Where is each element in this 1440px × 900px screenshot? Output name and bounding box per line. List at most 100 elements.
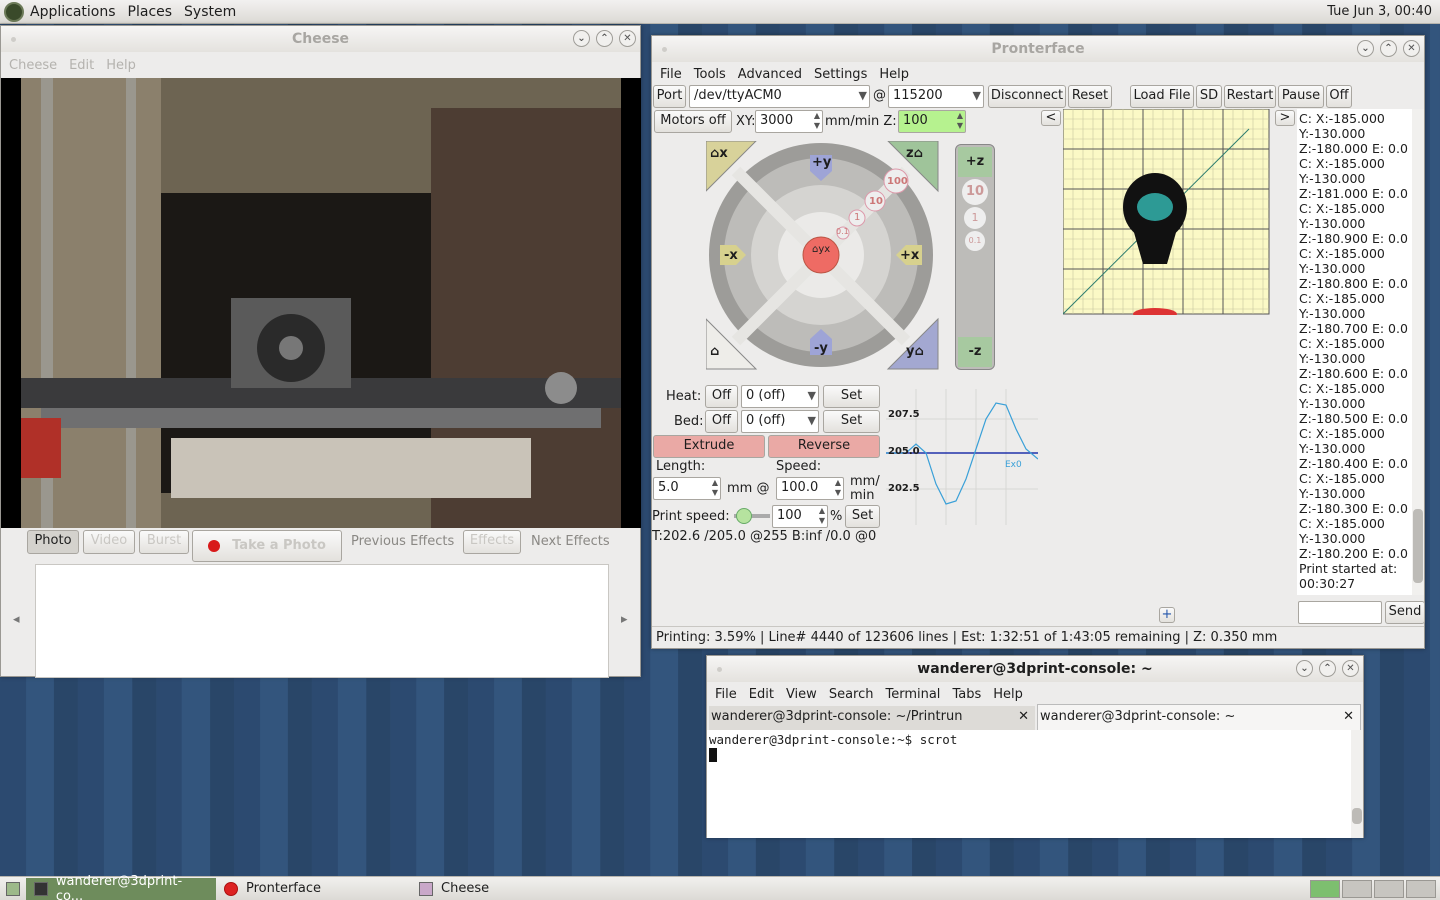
sd-button[interactable]: SD xyxy=(1196,85,1222,108)
z-step-01[interactable]: 0.1 xyxy=(965,231,985,251)
clock[interactable]: Tue Jun 3, 00:40 xyxy=(1327,4,1440,19)
show-desktop-button[interactable] xyxy=(0,878,26,900)
minimize-icon[interactable]: ⌄ xyxy=(1296,660,1313,677)
plus-y-button[interactable]: +y xyxy=(812,155,831,170)
maximize-icon[interactable]: ⌃ xyxy=(1380,40,1397,57)
off-button[interactable]: Off xyxy=(1326,85,1352,108)
menu-tabs[interactable]: Tabs xyxy=(946,687,987,702)
jog-control[interactable] xyxy=(706,141,996,371)
close-icon[interactable]: ✕ xyxy=(1342,660,1359,677)
applications-menu[interactable]: Applications xyxy=(24,4,122,20)
minimize-icon[interactable]: ⌄ xyxy=(573,30,590,47)
close-icon[interactable]: ✕ xyxy=(619,30,636,47)
print-speed-input[interactable]: 100 ▲ ▼ xyxy=(772,505,828,528)
menu-terminal[interactable]: Terminal xyxy=(879,687,946,702)
z-down-button[interactable]: -z xyxy=(958,337,992,367)
workspace-4[interactable] xyxy=(1406,879,1436,898)
heat-off-button[interactable]: Off xyxy=(705,385,738,408)
motors-off-button[interactable]: Motors off xyxy=(654,110,732,133)
menu-search[interactable]: Search xyxy=(823,687,880,702)
close-icon[interactable]: ✕ xyxy=(1403,40,1420,57)
heat-set-button[interactable]: Set xyxy=(823,385,880,408)
menu-edit[interactable]: Edit xyxy=(743,687,780,702)
places-menu[interactable]: Places xyxy=(122,4,179,20)
menu-file[interactable]: File xyxy=(654,67,688,82)
send-button[interactable]: Send xyxy=(1385,601,1425,624)
home-x-button[interactable]: ⌂x xyxy=(710,146,728,161)
step-01-label[interactable]: 0.1 xyxy=(836,227,849,236)
z-step-10[interactable]: 10 xyxy=(962,179,988,205)
heat-combo[interactable]: 0 (off) ▼ xyxy=(741,385,819,408)
bed-set-button[interactable]: Set xyxy=(823,410,880,433)
reset-button[interactable]: Reset xyxy=(1068,85,1112,108)
photo-mode-button[interactable]: Photo xyxy=(27,530,79,554)
workspace-3[interactable] xyxy=(1374,879,1404,898)
workspace-1[interactable] xyxy=(1310,879,1340,898)
workspace-2[interactable] xyxy=(1342,879,1372,898)
taskbar-item-terminal[interactable]: wanderer@3dprint-co... xyxy=(26,874,216,900)
z-step-1[interactable]: 1 xyxy=(964,207,986,229)
effects-button[interactable]: Effects xyxy=(463,530,521,554)
z-up-button[interactable]: +z xyxy=(958,147,992,177)
menu-file[interactable]: File xyxy=(709,687,743,702)
spin-icon[interactable]: ▲ ▼ xyxy=(712,478,718,498)
minus-y-button[interactable]: -y xyxy=(814,341,828,356)
load-file-button[interactable]: Load File xyxy=(1130,85,1194,108)
spin-icon[interactable]: ▲ ▼ xyxy=(819,506,825,526)
plus-x-button[interactable]: +x xyxy=(900,248,919,263)
terminal-titlebar[interactable]: wanderer@3dprint-console: ~ ⌄ ⌃ ✕ xyxy=(707,656,1363,682)
take-photo-button[interactable]: Take a Photo xyxy=(192,530,342,562)
video-mode-button[interactable]: Video xyxy=(83,530,135,554)
bed-combo[interactable]: 0 (off) ▼ xyxy=(741,410,819,433)
log-scrollbar[interactable] xyxy=(1412,109,1424,595)
scroll-right-icon[interactable]: ▸ xyxy=(621,612,628,627)
xy-feedrate-input[interactable]: 3000 ▲ ▼ xyxy=(755,110,823,133)
terminal-tab-printrun[interactable]: wanderer@3dprint-console: ~/Printrun ✕ xyxy=(709,706,1035,730)
maximize-icon[interactable]: ⌃ xyxy=(596,30,613,47)
restart-button[interactable]: Restart xyxy=(1224,85,1276,108)
spin-icon[interactable]: ▲ ▼ xyxy=(814,111,820,131)
previous-effects-button[interactable]: Previous Effects xyxy=(351,534,454,549)
minus-x-button[interactable]: -x xyxy=(724,248,738,263)
taskbar-item-cheese[interactable]: Cheese xyxy=(411,878,601,900)
menu-help[interactable]: Help xyxy=(100,58,142,73)
cheese-titlebar[interactable]: Cheese ⌄ ⌃ ✕ xyxy=(1,26,640,52)
next-effects-button[interactable]: Next Effects xyxy=(531,534,610,549)
step-100-label[interactable]: 100 xyxy=(887,176,908,187)
menu-tools[interactable]: Tools xyxy=(688,67,732,82)
menu-cheese[interactable]: Cheese xyxy=(3,58,63,73)
extrude-button[interactable]: Extrude xyxy=(653,435,765,458)
collapse-right-button[interactable]: > xyxy=(1275,110,1295,126)
step-10-label[interactable]: 10 xyxy=(869,196,883,207)
taskbar-item-pronterface[interactable]: Pronterface xyxy=(216,878,411,900)
spin-icon[interactable]: ▲ ▼ xyxy=(835,478,841,498)
close-tab-icon[interactable]: ✕ xyxy=(1018,709,1029,724)
dropdown-arrow-icon[interactable]: ▼ xyxy=(859,86,867,106)
console-log[interactable]: C: X:-185.000 Y:-130.000 Z:-180.000 E: 0.0… xyxy=(1297,109,1423,595)
reverse-button[interactable]: Reverse xyxy=(768,435,880,458)
home-xy-center-button[interactable]: ⌂yx xyxy=(812,244,830,255)
slider-handle-icon[interactable] xyxy=(736,508,752,524)
menu-settings[interactable]: Settings xyxy=(808,67,873,82)
menu-help[interactable]: Help xyxy=(987,687,1029,702)
minimize-icon[interactable]: ⌄ xyxy=(1357,40,1374,57)
collapse-left-button[interactable]: < xyxy=(1041,110,1061,126)
print-speed-set-button[interactable]: Set xyxy=(845,505,880,528)
scroll-left-icon[interactable]: ◂ xyxy=(13,612,20,627)
pronterface-titlebar[interactable]: Pronterface ⌄ ⌃ ✕ xyxy=(652,36,1424,62)
baud-combo[interactable]: 115200 ▼ xyxy=(888,85,984,108)
distro-logo-icon[interactable] xyxy=(4,1,24,22)
command-input[interactable] xyxy=(1298,601,1382,624)
scroll-thumb[interactable] xyxy=(1413,509,1423,583)
menu-advanced[interactable]: Advanced xyxy=(732,67,808,82)
menu-view[interactable]: View xyxy=(780,687,823,702)
menu-help[interactable]: Help xyxy=(873,67,915,82)
port-button[interactable]: Port xyxy=(653,85,686,108)
scroll-thumb[interactable] xyxy=(1352,808,1362,824)
home-y-button[interactable]: y⌂ xyxy=(906,344,924,359)
dropdown-arrow-icon[interactable]: ▼ xyxy=(808,386,816,406)
disconnect-button[interactable]: Disconnect xyxy=(988,85,1066,108)
print-speed-slider[interactable] xyxy=(734,508,770,524)
bed-off-button[interactable]: Off xyxy=(705,410,738,433)
add-button[interactable]: + xyxy=(1159,607,1175,623)
